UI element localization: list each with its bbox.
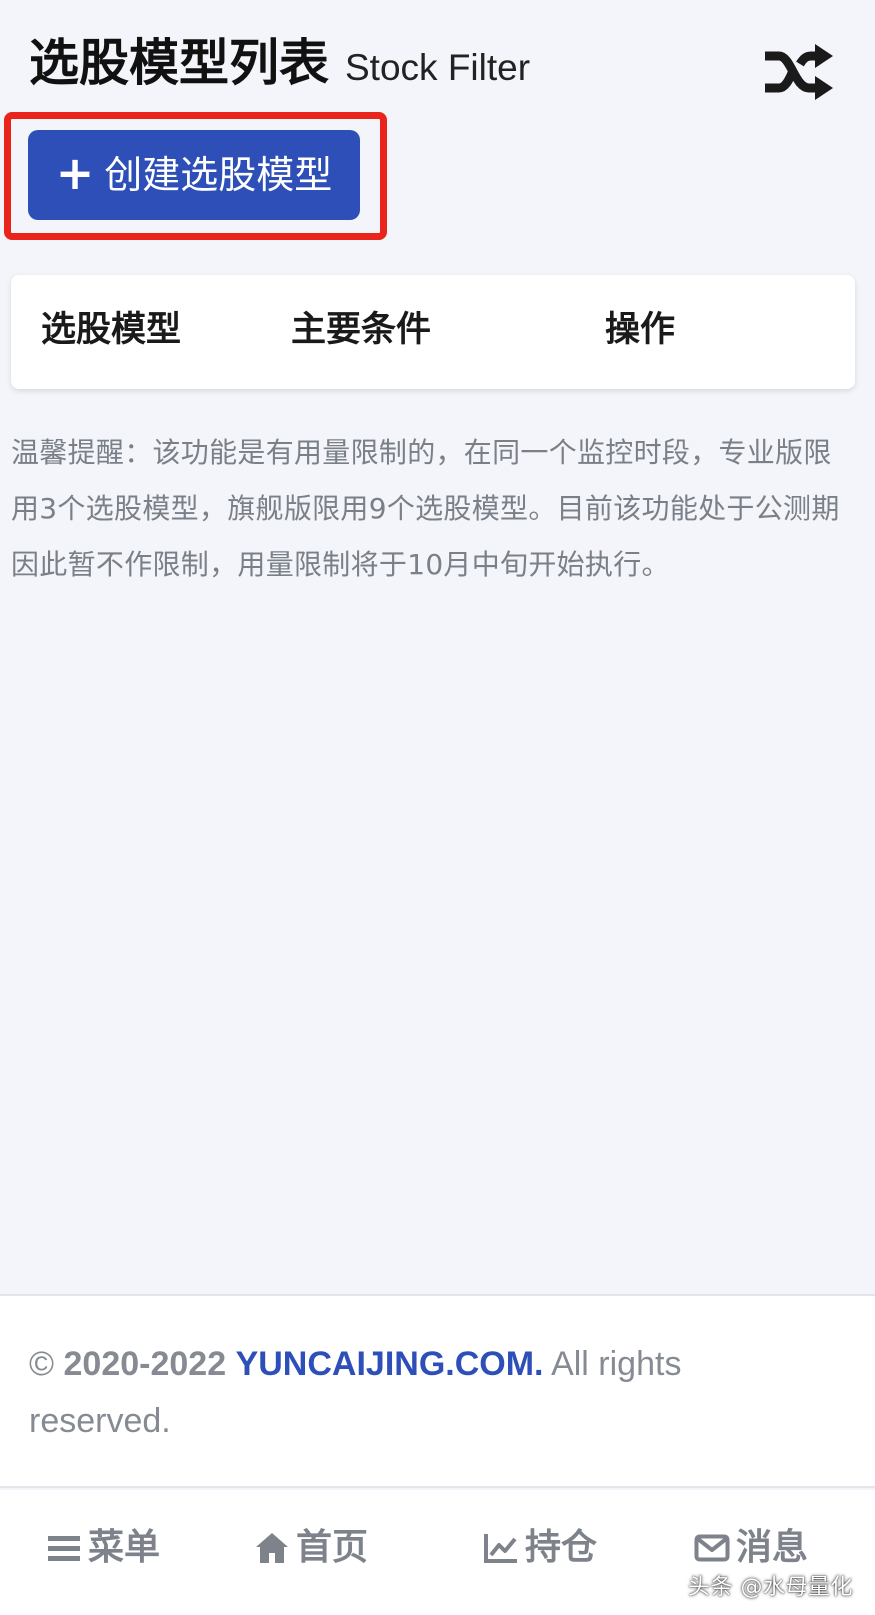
nav-item-holdings[interactable]: 持仓	[483, 1530, 597, 1566]
shuffle-button[interactable]	[763, 42, 835, 102]
column-header-actions: 操作	[605, 310, 676, 350]
model-table-header: 选股模型 主要条件 操作	[11, 275, 855, 389]
nav-item-home[interactable]: 首页	[254, 1530, 368, 1566]
copyright-symbol: ©	[29, 1345, 55, 1383]
nav-item-menu[interactable]: 菜单	[46, 1530, 160, 1566]
watermark: 头条 @水母量化	[688, 1575, 853, 1600]
nav-item-messages[interactable]: 消息	[694, 1530, 808, 1566]
shuffle-icon	[765, 44, 833, 100]
menu-icon	[48, 1536, 80, 1561]
brand-link[interactable]: YUNCAIJING.COM.	[236, 1345, 544, 1383]
copyright-text: © 2020-2022 YUNCAIJING.COM. All rights r…	[29, 1336, 729, 1450]
nav-label-menu: 菜单	[88, 1527, 161, 1568]
create-model-button[interactable]: + 创建选股模型	[28, 130, 360, 220]
plus-icon: +	[55, 146, 95, 200]
page-header: 选股模型列表 Stock Filter	[29, 38, 530, 88]
nav-label-messages: 消息	[736, 1527, 809, 1568]
nav-label-home: 首页	[296, 1527, 369, 1568]
copyright-years: 2020-2022	[63, 1345, 227, 1383]
envelope-icon	[694, 1534, 730, 1562]
create-model-label: 创建选股模型	[104, 153, 333, 197]
usage-notice: 温馨提醒：该功能是有用量限制的，在同一个监控时段，专业版限用3个选股模型，旗舰版…	[11, 436, 840, 581]
chart-line-icon	[484, 1534, 517, 1563]
home-icon	[256, 1533, 288, 1563]
page-subtitle: Stock Filter	[345, 47, 531, 88]
column-header-model: 选股模型	[41, 310, 182, 350]
bottom-nav: 菜单 首页 持仓 消息 头条 @水母量化	[0, 1490, 875, 1615]
page: 选股模型列表 Stock Filter + 创建选股模型 选股模型 主要条件 操…	[0, 0, 875, 1615]
nav-label-holdings: 持仓	[525, 1527, 598, 1568]
site-footer: © 2020-2022 YUNCAIJING.COM. All rights r…	[0, 1294, 875, 1488]
column-header-conditions: 主要条件	[291, 310, 432, 350]
page-title: 选股模型列表	[29, 34, 329, 92]
